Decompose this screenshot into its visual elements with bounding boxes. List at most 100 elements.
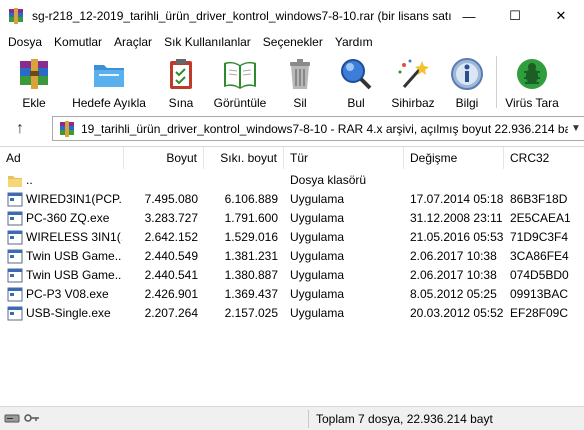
table-row[interactable]: PC-P3 V08.exe 2.426.901 1.369.437 Uygula… — [0, 285, 584, 304]
find-button[interactable]: Bul — [328, 52, 384, 112]
title-bar: sg-r218_12-2019_tarihli_ürün_driver_kont… — [0, 0, 584, 32]
row-crc: 86B3F18D — [510, 192, 568, 206]
table-row[interactable]: WIRED3IN1(PCP... 7.495.080 6.106.889 Uyg… — [0, 190, 584, 209]
path-dropdown-icon[interactable]: ▼ — [568, 123, 584, 134]
row-modified: 8.05.2012 05:25 — [410, 287, 497, 301]
wizard-label: Sihirbaz — [391, 96, 435, 110]
row-name: .. — [26, 173, 33, 187]
delete-label: Sil — [293, 96, 307, 110]
table-row[interactable]: Twin USB Game... 2.440.541 1.380.887 Uyg… — [0, 266, 584, 285]
archive-path-field[interactable]: 19_tarihli_ürün_driver_kontrol_windows7-… — [52, 116, 584, 141]
row-type: Uygulama — [290, 306, 345, 320]
row-type: Uygulama — [290, 287, 345, 301]
add-button[interactable]: Ekle — [4, 52, 64, 112]
rar-archive-icon — [59, 120, 75, 137]
row-name: WIRELESS 3IN1(... — [26, 230, 122, 244]
exe-icon — [7, 192, 23, 207]
table-row[interactable]: WIRELESS 3IN1(... 2.642.152 1.529.016 Uy… — [0, 228, 584, 247]
virus-scan-button[interactable]: Virüs Tara — [501, 52, 563, 112]
menu-yardim[interactable]: Yardım — [329, 32, 379, 52]
up-arrow-button[interactable]: ↑ — [0, 115, 40, 143]
close-button[interactable]: ✕ — [538, 0, 584, 32]
archive-path-text: 19_tarihli_ürün_driver_kontrol_windows7-… — [81, 121, 568, 136]
extract-to-button[interactable]: Hedefe Ayıkla — [64, 52, 154, 112]
row-name: USB-Single.exe — [26, 306, 111, 320]
wizard-button[interactable]: Sihirbaz — [384, 52, 442, 112]
magic-wand-icon — [395, 56, 431, 92]
menu-secenekler[interactable]: Seçenekler — [257, 32, 329, 52]
key-icon[interactable] — [24, 411, 40, 428]
row-type: Uygulama — [290, 192, 345, 206]
column-header-type[interactable]: Tür — [284, 147, 404, 169]
view-button[interactable]: Görüntüle — [208, 52, 272, 112]
row-packed: 1.791.600 — [224, 211, 278, 225]
row-name: Twin USB Game... — [26, 249, 122, 263]
minimize-button[interactable]: — — [446, 0, 492, 32]
add-label: Ekle — [22, 96, 46, 110]
delete-button[interactable]: Sil — [272, 52, 328, 112]
column-header-crc32[interactable]: CRC32 — [504, 147, 584, 169]
folder-icon — [7, 173, 23, 188]
row-crc: 2E5CAEA1 — [510, 211, 571, 225]
drive-icon[interactable] — [4, 411, 20, 428]
window-title: sg-r218_12-2019_tarihli_ürün_driver_kont… — [32, 9, 452, 23]
status-separator — [308, 410, 309, 428]
info-icon — [449, 56, 485, 92]
row-modified — [410, 171, 506, 190]
row-size: 3.283.727 — [144, 211, 198, 225]
info-label: Bilgi — [455, 96, 479, 110]
info-button[interactable]: Bilgi — [442, 52, 492, 112]
virus-scan-label: Virüs Tara — [505, 96, 559, 110]
row-size — [124, 171, 198, 190]
row-size: 2.642.152 — [144, 230, 198, 244]
row-crc: 3CA86FE4 — [510, 249, 569, 263]
table-row[interactable]: USB-Single.exe 2.207.264 2.157.025 Uygul… — [0, 304, 584, 323]
toolbar: Ekle Hedefe Ayıkla Sına Görüntüle Sil Bu… — [0, 52, 584, 112]
row-modified: 31.12.2008 23:11 — [410, 211, 503, 225]
add-archive-icon — [16, 56, 52, 92]
column-header-packed[interactable]: Sıkı. boyut — [204, 147, 284, 169]
menu-sik-kullanilanlar[interactable]: Sık Kullanılanlar — [158, 32, 257, 52]
status-summary: Toplam 7 dosya, 22.936.214 bayt — [316, 412, 493, 426]
trash-icon — [282, 56, 318, 92]
test-clipboard-icon — [163, 56, 199, 92]
view-book-icon — [222, 56, 258, 92]
row-modified: 2.06.2017 10:38 — [410, 249, 497, 263]
exe-icon — [7, 249, 23, 264]
row-modified: 17.07.2014 05:18 — [410, 192, 504, 206]
extract-to-label: Hedefe Ayıkla — [72, 96, 146, 110]
exe-icon — [7, 211, 23, 226]
menu-komutlar[interactable]: Komutlar — [48, 32, 108, 52]
table-row[interactable]: Twin USB Game... 2.440.549 1.381.231 Uyg… — [0, 247, 584, 266]
row-modified: 21.05.2016 05:53 — [410, 230, 504, 244]
virus-bug-icon — [514, 56, 550, 92]
maximize-button[interactable]: ☐ — [492, 0, 538, 32]
row-size: 2.207.264 — [144, 306, 198, 320]
table-row[interactable]: .. Dosya klasörü — [0, 171, 584, 190]
table-row[interactable]: PC-360 ZQ.exe 3.283.727 1.791.600 Uygula… — [0, 209, 584, 228]
column-header-size[interactable]: Boyut — [124, 147, 204, 169]
row-packed: 1.529.016 — [224, 230, 278, 244]
row-packed: 1.380.887 — [224, 268, 278, 282]
row-type: Dosya klasörü — [290, 173, 367, 187]
test-button[interactable]: Sına — [154, 52, 208, 112]
row-size: 2.426.901 — [144, 287, 198, 301]
file-list: Ad Boyut Sıkı. boyut Tür Değişme CRC32 .… — [0, 146, 584, 404]
row-type: Uygulama — [290, 249, 345, 263]
row-name: Twin USB Game... — [26, 268, 122, 282]
menu-dosya[interactable]: Dosya — [2, 32, 48, 52]
menu-araclar[interactable]: Araçlar — [108, 32, 158, 52]
column-header-modified[interactable]: Değişme — [404, 147, 504, 169]
row-type: Uygulama — [290, 268, 345, 282]
column-header-name[interactable]: Ad — [0, 147, 124, 169]
row-name: PC-360 ZQ.exe — [26, 211, 110, 225]
row-size: 2.440.541 — [144, 268, 198, 282]
exe-icon — [7, 230, 23, 245]
toolbar-separator — [496, 56, 497, 108]
row-crc: EF28F09C — [510, 306, 569, 320]
status-bar: Toplam 7 dosya, 22.936.214 bayt — [0, 406, 584, 430]
row-type: Uygulama — [290, 230, 345, 244]
exe-icon — [7, 306, 23, 321]
winrar-app-icon[interactable] — [8, 8, 24, 24]
row-crc: 09913BAC — [510, 287, 569, 301]
